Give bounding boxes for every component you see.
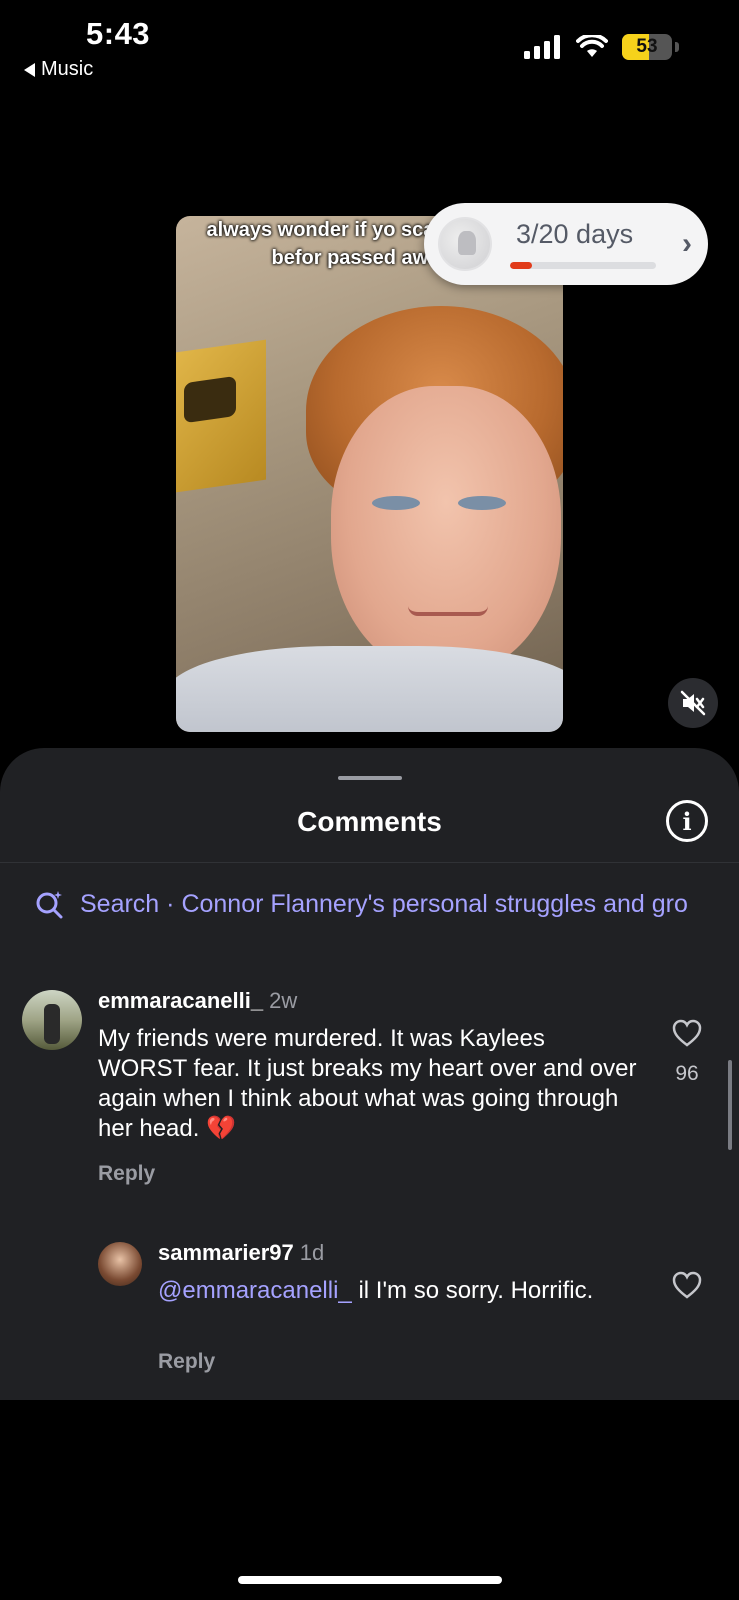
comments-scrollbar[interactable]	[728, 1060, 732, 1150]
streak-progress-bar	[510, 262, 656, 269]
mute-toggle-button[interactable]	[668, 678, 718, 728]
video-subject-face	[331, 386, 561, 676]
back-app-label: Music	[41, 58, 94, 80]
comment-username[interactable]: sammarier97	[158, 1240, 294, 1265]
comment-header: emmaracanelli_ 2w	[98, 988, 297, 1014]
home-indicator[interactable]	[238, 1576, 502, 1584]
comment-text-body: il I'm so sorry. Horrific.	[351, 1277, 594, 1304]
avatar[interactable]	[98, 1242, 142, 1286]
video-subject-mouth	[408, 606, 488, 616]
status-indicators: 53	[524, 34, 679, 60]
comment-text: @emmaracanelli_ il I'm so sorry. Horrifi…	[158, 1276, 598, 1306]
heart-icon[interactable]	[671, 1270, 703, 1300]
search-term: Connor Flannery's personal struggles and…	[181, 889, 688, 918]
speaker-muted-icon	[680, 690, 706, 716]
streak-text: 3/20 days	[516, 219, 634, 249]
related-search-link[interactable]: Search · Connor Flannery's personal stru…	[34, 874, 739, 934]
screen: 5:43 Music 53 always wonder if yo scared…	[0, 0, 739, 1600]
award-plaque	[176, 339, 266, 493]
back-triangle-icon	[24, 62, 35, 77]
sheet-grabber-handle[interactable]	[338, 776, 402, 780]
battery-icon: 53	[622, 34, 672, 60]
battery-cap	[675, 42, 679, 52]
video-subject-hoodie	[176, 646, 563, 732]
avatar[interactable]	[22, 990, 82, 1050]
comments-sheet: Comments i Search · Connor Flannery's pe…	[0, 748, 739, 1400]
mention-link[interactable]: @emmaracanelli_	[158, 1277, 352, 1304]
streak-progress-pill[interactable]: 3/20 days ›	[424, 203, 708, 285]
info-icon[interactable]: i	[666, 800, 708, 842]
streak-badge-icon	[438, 217, 492, 271]
divider	[0, 862, 739, 863]
wifi-icon	[576, 35, 608, 57]
play-logo-icon	[184, 375, 236, 424]
reply-button[interactable]: Reply	[158, 1350, 215, 1374]
comment-age: 1d	[299, 1240, 325, 1265]
like-control: 96	[669, 1018, 705, 1086]
comment-age: 2w	[269, 988, 298, 1013]
comments-title: Comments	[297, 806, 442, 837]
search-prefix: Search	[80, 889, 160, 918]
like-control	[669, 1270, 705, 1300]
video-subject-eye	[458, 496, 506, 510]
comment-text: My friends were murdered. It was Kaylees…	[98, 1025, 637, 1142]
back-to-app-button[interactable]: Music	[24, 58, 93, 81]
reply-button[interactable]: Reply	[98, 1162, 155, 1186]
battery-level: 53	[636, 36, 658, 57]
status-time: 5:43	[86, 16, 151, 51]
video-player[interactable]: always wonder if yo scared right befor p…	[176, 216, 563, 732]
comment-username[interactable]: emmaracanelli_	[98, 988, 263, 1013]
chevron-right-icon: ›	[682, 227, 692, 260]
cellular-signal-icon	[524, 35, 560, 59]
comment-header: sammarier97 1d	[158, 1240, 324, 1266]
video-subject-eye	[372, 496, 420, 510]
search-sparkle-icon	[36, 891, 63, 919]
like-count: 96	[675, 1062, 699, 1085]
heart-icon[interactable]	[671, 1018, 703, 1048]
streak-progress-fill	[510, 262, 532, 269]
